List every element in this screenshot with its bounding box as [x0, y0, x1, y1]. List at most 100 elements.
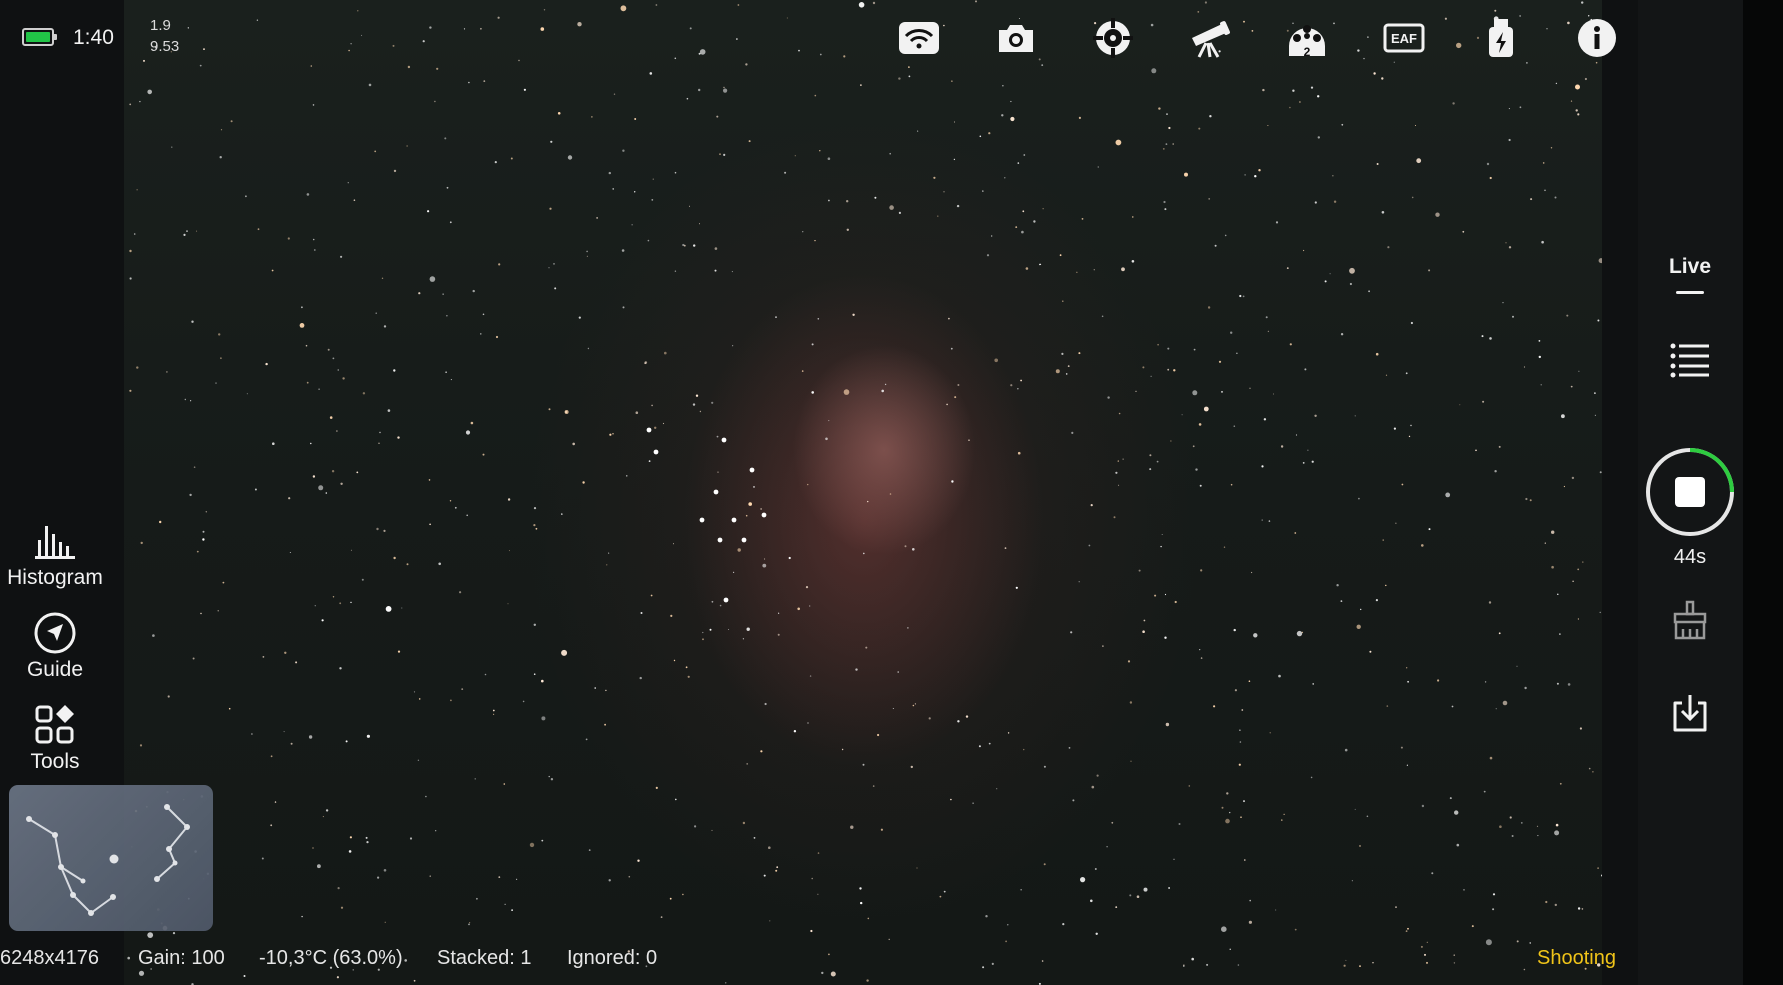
star	[846, 228, 849, 231]
cluster-star	[749, 467, 755, 473]
star	[802, 231, 804, 233]
list-icon[interactable]	[1660, 334, 1720, 384]
star	[577, 22, 582, 27]
star	[986, 254, 990, 257]
info-icon[interactable]	[1572, 15, 1622, 61]
star	[1333, 200, 1337, 203]
star	[301, 306, 303, 309]
star	[325, 809, 329, 812]
star	[608, 171, 611, 175]
star	[1451, 705, 1454, 708]
star	[393, 169, 397, 173]
star	[129, 277, 132, 280]
star	[1095, 932, 1098, 935]
star	[418, 698, 421, 700]
live-tab[interactable]: Live	[1655, 255, 1725, 279]
star	[461, 688, 464, 690]
star	[1181, 414, 1183, 416]
star	[612, 188, 614, 190]
star	[898, 211, 902, 214]
star	[1359, 845, 1361, 847]
star	[318, 388, 320, 391]
star	[866, 979, 869, 982]
star	[1244, 174, 1246, 176]
star	[723, 86, 725, 89]
star	[340, 482, 343, 485]
star	[1136, 895, 1140, 898]
star	[1542, 162, 1545, 164]
star	[827, 157, 831, 160]
star	[1243, 800, 1245, 803]
guide-button[interactable]: Guide	[0, 610, 110, 682]
star	[484, 673, 487, 676]
star	[1445, 492, 1451, 498]
star	[339, 602, 342, 605]
star	[435, 830, 437, 832]
star	[748, 140, 751, 143]
stop-icon[interactable]	[1675, 477, 1705, 507]
camera-icon[interactable]	[991, 15, 1041, 61]
star	[494, 161, 497, 164]
star	[1025, 267, 1029, 270]
star	[1296, 630, 1303, 637]
star	[342, 377, 345, 380]
star	[1526, 62, 1528, 64]
star	[1582, 561, 1584, 563]
star	[762, 563, 767, 568]
star	[1559, 782, 1562, 785]
star	[1588, 767, 1591, 770]
star	[1214, 244, 1217, 247]
star	[397, 436, 400, 439]
broom-icon[interactable]	[1660, 596, 1720, 646]
star	[719, 604, 722, 607]
star	[522, 700, 525, 703]
star	[1525, 497, 1528, 501]
star	[830, 971, 836, 977]
crosshair-target-icon[interactable]	[1088, 15, 1138, 61]
star	[811, 343, 814, 346]
star	[819, 53, 822, 56]
eaf-focuser-icon[interactable]: EAF	[1379, 15, 1429, 61]
filter-wheel-icon[interactable]: 2	[1282, 15, 1332, 61]
star	[764, 558, 766, 560]
star	[312, 104, 315, 106]
star	[716, 435, 719, 438]
star	[817, 893, 819, 895]
star	[954, 121, 955, 123]
star	[1516, 940, 1519, 943]
star	[1416, 158, 1422, 164]
star	[621, 249, 625, 252]
star	[914, 703, 917, 705]
star	[1486, 162, 1490, 166]
star	[349, 836, 352, 839]
star	[295, 661, 298, 664]
power-hub-icon[interactable]	[1476, 15, 1526, 61]
star	[1151, 68, 1157, 74]
star	[287, 237, 290, 240]
sky-image-preview[interactable]	[124, 0, 1602, 985]
star	[228, 707, 231, 710]
star	[578, 316, 581, 319]
telescope-icon[interactable]	[1185, 15, 1235, 61]
star	[270, 755, 273, 758]
star	[1536, 825, 1539, 827]
wifi-icon[interactable]	[894, 15, 944, 61]
star	[699, 410, 702, 413]
star	[670, 614, 673, 618]
star	[1068, 747, 1071, 749]
star	[1395, 906, 1397, 908]
star	[881, 389, 884, 393]
star	[265, 362, 268, 366]
star	[634, 191, 636, 193]
sky-map-thumbnail[interactable]	[9, 785, 213, 931]
star	[1345, 959, 1347, 961]
star	[310, 65, 313, 67]
star	[1310, 86, 1314, 89]
download-icon[interactable]	[1660, 688, 1720, 738]
star	[541, 839, 544, 842]
star	[378, 442, 380, 444]
star	[814, 94, 817, 97]
tools-button[interactable]: Tools	[0, 702, 110, 774]
star	[587, 347, 590, 350]
histogram-button[interactable]: Histogram	[0, 518, 110, 590]
